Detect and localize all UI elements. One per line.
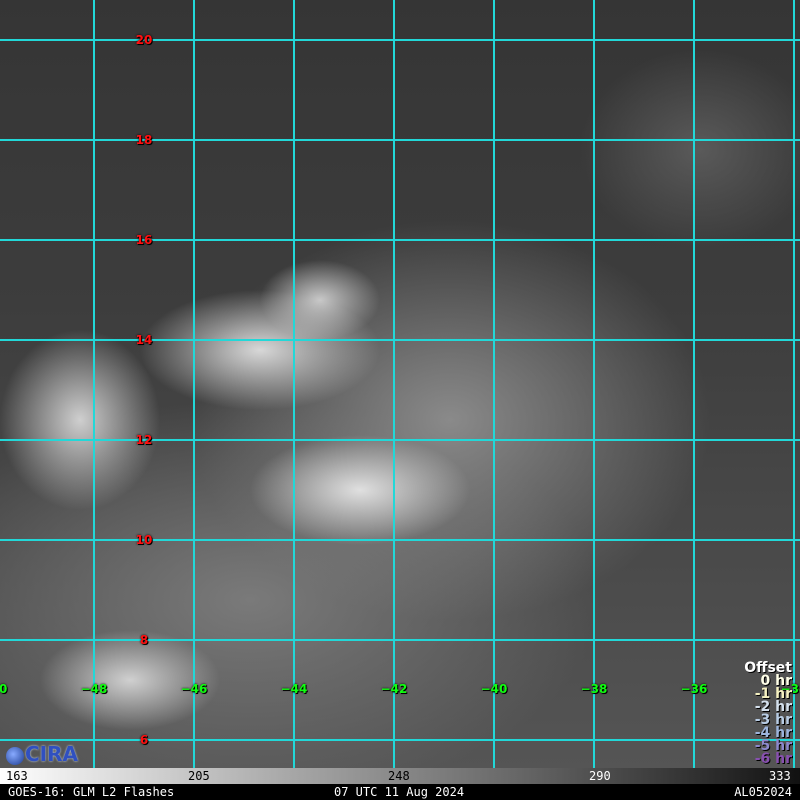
latitude-line <box>0 639 800 641</box>
logo-text: CIRA <box>25 742 78 766</box>
legend-item: -6 hr <box>754 751 792 767</box>
cira-logo: CIRA <box>6 743 78 766</box>
longitude-label: −48 <box>80 682 108 696</box>
longitude-line <box>493 0 495 768</box>
longitude-line <box>693 0 695 768</box>
latitude-label: 12 <box>135 433 153 447</box>
latitude-line <box>0 339 800 341</box>
latitude-line <box>0 739 800 741</box>
latitude-label: 6 <box>139 733 149 747</box>
longitude-label: −46 <box>180 682 208 696</box>
scale-tick: 163 <box>6 769 28 783</box>
longitude-label: −36 <box>680 682 708 696</box>
longitude-line <box>293 0 295 768</box>
longitude-line <box>193 0 195 768</box>
longitude-label: −50 <box>0 682 8 696</box>
latitude-line <box>0 439 800 441</box>
scale-tick: 205 <box>188 769 210 783</box>
temperature-color-scale: 163 205 248 290 333 <box>0 768 800 784</box>
latitude-label: 20 <box>135 33 153 47</box>
longitude-line <box>93 0 95 768</box>
product-label: GOES-16: GLM L2 Flashes <box>8 785 175 799</box>
scale-tick: 290 <box>589 769 611 783</box>
scale-tick: 333 <box>769 769 791 783</box>
latitude-line <box>0 239 800 241</box>
satellite-viewer: 20181614121086−50−48−46−44−42−40−38−36−3… <box>0 0 800 800</box>
latitude-line <box>0 539 800 541</box>
longitude-line <box>793 0 795 768</box>
longitude-label: −38 <box>580 682 608 696</box>
longitude-label: −40 <box>480 682 508 696</box>
satellite-image <box>0 0 800 768</box>
latitude-line <box>0 139 800 141</box>
latitude-label: 14 <box>135 333 153 347</box>
longitude-label: −44 <box>280 682 308 696</box>
longitude-line <box>393 0 395 768</box>
latitude-label: 16 <box>135 233 153 247</box>
footer-bar: GOES-16: GLM L2 Flashes 07 UTC 11 Aug 20… <box>0 784 800 800</box>
timestamp: 07 UTC 11 Aug 2024 <box>334 785 465 799</box>
offset-legend: Offset 0 hr -1 hr -2 hr -3 hr -4 hr -5 hr -6 h… <box>744 661 792 767</box>
latitude-line <box>0 39 800 41</box>
latitude-label: 8 <box>139 633 149 647</box>
longitude-label: −42 <box>380 682 408 696</box>
longitude-line <box>593 0 595 768</box>
globe-icon <box>6 746 24 765</box>
storm-id: AL052024 <box>734 785 792 799</box>
scale-tick: 248 <box>388 769 410 783</box>
latitude-label: 18 <box>135 133 153 147</box>
latitude-label: 10 <box>135 533 153 547</box>
